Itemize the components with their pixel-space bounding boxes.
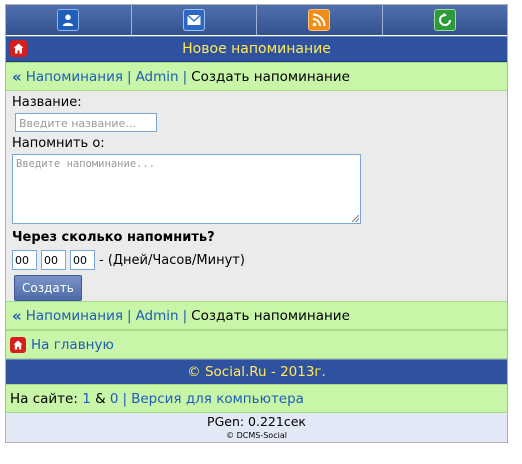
- footer-copyright: © Social.Ru - 2013г.: [6, 359, 507, 384]
- home-row: На главную: [6, 330, 507, 359]
- online-amp: &: [95, 390, 106, 407]
- profile-link[interactable]: [6, 5, 132, 35]
- units-hint: - (Дней/Часов/Минут): [99, 252, 245, 268]
- mail-link[interactable]: [131, 5, 257, 35]
- breadcrumb-separator: |: [127, 307, 132, 324]
- breadcrumb-bottom: « Напоминания | Admin | Создать напомина…: [6, 301, 507, 330]
- breadcrumb-current: Создать напоминание: [191, 307, 350, 324]
- desktop-version-link[interactable]: Версия для компьютера: [131, 391, 304, 407]
- home-icon: [13, 43, 24, 54]
- days-input[interactable]: 00: [12, 250, 37, 270]
- pgen-stats: PGen: 0.221сек: [6, 413, 507, 431]
- home-link[interactable]: На главную: [31, 337, 114, 353]
- home-icon-button[interactable]: [10, 40, 27, 57]
- refresh-link[interactable]: [382, 5, 507, 35]
- name-label: Название:: [12, 95, 82, 110]
- breadcrumb-admin-link[interactable]: Admin: [136, 308, 179, 324]
- when-label: Через сколько напомнить?: [12, 230, 215, 245]
- breadcrumb-separator: |: [127, 68, 132, 85]
- time-row: 00 00 00 - (Дней/Часов/Минут): [12, 250, 501, 270]
- page-container: Новое напоминание « Напоминания | Admin …: [5, 4, 508, 443]
- breadcrumb-separator: |: [182, 307, 188, 324]
- reminder-form: Название: Введите название... Напомнить …: [6, 91, 507, 301]
- resize-grip-icon[interactable]: [352, 215, 359, 222]
- breadcrumb-reminders-link[interactable]: Напоминания: [26, 69, 123, 85]
- back-arrow-icon[interactable]: «: [12, 307, 22, 325]
- breadcrumb-current: Создать напоминание: [191, 68, 350, 85]
- minutes-input[interactable]: 00: [70, 250, 95, 270]
- mail-icon: [182, 9, 205, 31]
- online-row: На сайте: 1 & 0 | Версия для компьютера: [6, 384, 507, 413]
- breadcrumb: « Напоминания | Admin | Создать напомина…: [6, 62, 507, 91]
- rss-link[interactable]: [257, 5, 383, 35]
- breadcrumb-separator: |: [182, 68, 188, 85]
- rss-icon: [308, 9, 331, 31]
- page-title: Новое напоминание: [182, 41, 331, 57]
- top-icon-bar: [6, 5, 507, 36]
- remind-label: Напомнить о:: [12, 136, 105, 151]
- remind-textarea[interactable]: Введите напоминание...: [12, 154, 361, 224]
- online-guests-link[interactable]: 0: [110, 391, 119, 407]
- online-prefix: На сайте:: [10, 390, 78, 407]
- breadcrumb-reminders-link[interactable]: Напоминания: [26, 308, 123, 324]
- user-icon: [57, 9, 80, 31]
- online-users-link[interactable]: 1: [82, 391, 91, 407]
- online-separator: |: [122, 390, 128, 407]
- hours-input[interactable]: 00: [41, 250, 66, 270]
- create-button[interactable]: Создать: [14, 275, 82, 301]
- breadcrumb-admin-link[interactable]: Admin: [136, 69, 179, 85]
- home-icon[interactable]: [10, 336, 26, 353]
- title-bar: Новое напоминание: [6, 36, 507, 62]
- remind-placeholder: Введите напоминание...: [16, 158, 156, 170]
- name-input[interactable]: Введите название...: [15, 113, 157, 132]
- refresh-icon: [433, 9, 456, 31]
- engine-credit: © DCMS-Social: [6, 431, 507, 442]
- back-arrow-icon[interactable]: «: [12, 68, 22, 86]
